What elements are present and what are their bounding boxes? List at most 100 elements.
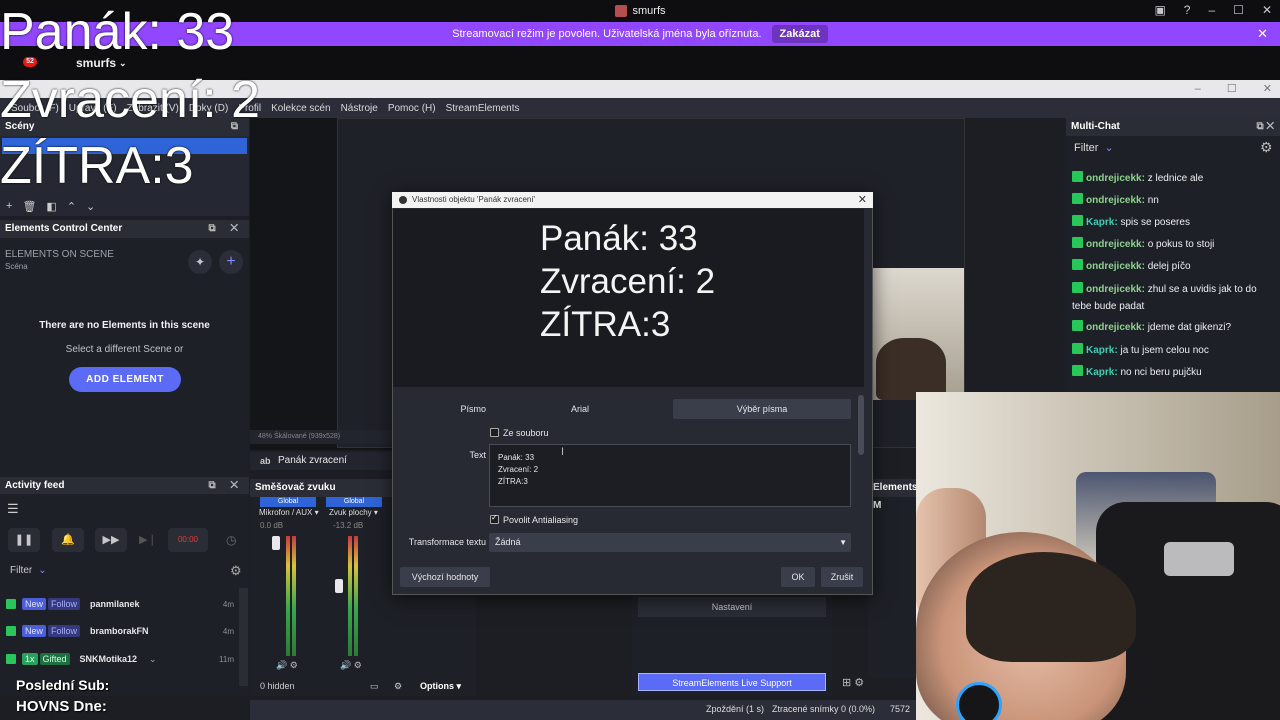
bell-icon[interactable]: 🔔 — [52, 528, 84, 552]
close-banner-icon[interactable]: ✕ — [1257, 26, 1268, 42]
activity-item[interactable]: 1x Gifted SNKMotika12 ⌄ 11m — [0, 648, 238, 670]
chat-user[interactable]: ondrejicekk: — [1086, 261, 1145, 272]
clock-icon[interactable]: ◷ — [226, 533, 236, 547]
ecc-panel — [0, 238, 249, 476]
chat-user[interactable]: Kaprk: — [1086, 367, 1118, 378]
activity-timer[interactable]: 00:00 — [168, 528, 208, 552]
add-icon[interactable]: + — [6, 200, 12, 212]
disable-streamer-mode-button[interactable]: Zakázat — [771, 25, 828, 43]
close-icon[interactable]: ✕ — [858, 192, 867, 208]
maximize-icon[interactable]: ☐ — [1233, 3, 1244, 17]
menu-icon[interactable]: ☰ — [7, 501, 19, 517]
select-font-button[interactable]: Výběr písma — [673, 399, 851, 419]
magic-wand-icon[interactable]: ✦ — [188, 250, 212, 274]
chat-user[interactable]: Kaprk: — [1086, 345, 1118, 356]
activity-dock-title: Activity feed ⧉ ✕ — [0, 477, 249, 495]
speaker-icon[interactable]: 🔊 ⚙ — [340, 660, 362, 671]
antialiasing-checkbox[interactable] — [490, 513, 499, 524]
chat-user[interactable]: ondrejicekk: — [1086, 173, 1145, 184]
trash-icon[interactable]: 🗑 — [22, 200, 36, 213]
activity-item[interactable]: New Follow bramborakFN 4m — [0, 620, 238, 642]
mixer-channel-mic[interactable]: Mikrofon / AUX ▾ — [259, 508, 319, 517]
menu-tools[interactable]: Nástroje — [336, 103, 383, 114]
dock-close-icon[interactable]: ⧉ ✕ — [208, 220, 244, 238]
gear-icon[interactable]: ⚙ — [230, 563, 242, 579]
arrow-down-icon[interactable]: ⌄ — [86, 200, 95, 213]
activity-user: SNKMotika12 — [79, 654, 138, 664]
skip-end-icon[interactable]: ▶❘ — [132, 528, 164, 552]
close-icon[interactable]: ✕ — [1262, 3, 1272, 17]
minimize-icon[interactable]: – — [1208, 3, 1215, 17]
chat-user[interactable]: ondrejicekk: — [1086, 322, 1145, 333]
chat-message: Kaprk: no nci beru pujčku — [1072, 364, 1272, 381]
dock-close-icon[interactable]: ⧉ ✕ — [208, 477, 244, 495]
text-transform-select[interactable]: Žádná ▼ — [489, 533, 851, 552]
volume-fader[interactable] — [335, 579, 343, 593]
layout-icon[interactable]: ▭ — [370, 676, 379, 696]
chat-user[interactable]: ondrejicekk: — [1086, 195, 1145, 206]
activity-title: Activity feed — [5, 480, 65, 491]
add-element-icon[interactable]: + — [219, 250, 243, 274]
arrow-up-icon[interactable]: ⌃ — [67, 200, 76, 213]
settings-button[interactable]: Nastavení — [638, 597, 826, 617]
add-element-button[interactable]: ADD ELEMENT — [69, 367, 181, 392]
add-icon[interactable]: ⊞ ⚙ — [842, 676, 864, 689]
cancel-button[interactable]: Zrušit — [821, 567, 863, 587]
chat-dock-title: Multi-Chat ⧉ ✕ — [1066, 118, 1280, 136]
speaker-icon[interactable]: 🔊 ⚙ — [276, 660, 298, 671]
chat-filter[interactable]: Filter ⌄ — [1074, 141, 1114, 154]
pause-icon[interactable]: ❚❚ — [8, 528, 40, 552]
mixer-options-button[interactable]: Options ▾ — [420, 676, 461, 696]
tag-count: 1x — [22, 653, 38, 665]
ecc-dock-title: Elements Control Center ⧉ ✕ — [0, 220, 249, 238]
activity-scrollbar[interactable] — [239, 588, 248, 686]
chat-user[interactable]: ondrejicekk: — [1086, 239, 1145, 250]
mixer-channel-desktop[interactable]: Zvuk plochy ▾ — [329, 508, 378, 517]
bitrate: 7572 — [890, 704, 911, 714]
maximize-icon[interactable]: ☐ — [1227, 80, 1237, 98]
options-label: Options — [420, 681, 454, 691]
obs-window-controls: – ☐ ✕ — [1195, 80, 1272, 98]
defaults-button[interactable]: Výchozí hodnoty — [400, 567, 490, 587]
chat-user[interactable]: Kaprk: — [1086, 217, 1118, 228]
kick-icon — [1072, 215, 1083, 226]
close-icon[interactable]: ✕ — [1263, 80, 1272, 98]
dock-close-icon[interactable]: ⧉ ✕ — [1256, 118, 1274, 136]
chat-user[interactable]: ondrejicekk: — [1086, 284, 1145, 295]
volume-meter — [286, 536, 290, 656]
gear-icon[interactable]: ⚙ — [1260, 139, 1273, 156]
overlay-line-3: ZÍTRA:3 — [0, 137, 194, 195]
volume-fader[interactable] — [272, 536, 280, 550]
mixer-db-value: 0.0 dB — [260, 521, 284, 530]
menu-scene-collection[interactable]: Kolekce scén — [266, 103, 335, 114]
overlay-last-sub: Poslední Sub: — [16, 677, 110, 693]
window-controls: ▣ ? – ☐ ✕ — [1154, 3, 1272, 17]
filter-icon[interactable]: ◧ — [46, 200, 56, 213]
scenes-toolbar: + 🗑 ◧ ⌃ ⌄ — [0, 196, 249, 216]
skip-forward-icon[interactable]: ▶▶ — [95, 528, 127, 552]
screenshot-icon[interactable]: ▣ — [1154, 3, 1165, 17]
ok-button[interactable]: OK — [781, 567, 815, 587]
chat-text: nn — [1147, 195, 1159, 206]
volume-meter — [348, 536, 352, 656]
kick-icon — [1072, 343, 1083, 354]
chat-message: ondrejicekk: delej píčo — [1072, 258, 1272, 275]
settings-icon[interactable]: ⚙ — [394, 676, 402, 696]
menu-streamelements[interactable]: StreamElements — [441, 103, 525, 114]
activity-filter[interactable]: Filter ⌄ — [10, 565, 47, 576]
activity-item[interactable]: New Follow panmilanek 4m — [0, 593, 238, 615]
se-live-support-button[interactable]: StreamElements Live Support — [638, 673, 826, 691]
chat-message: Kaprk: ja tu jsem celou noc — [1072, 342, 1272, 359]
activity-time: 4m — [222, 599, 234, 609]
volume-meter — [354, 536, 358, 656]
ecc-hint: Select a different Scene or — [65, 344, 184, 355]
text-input[interactable]: Panák: 33 Zvracení: 2 ZÍTRA:3 — [489, 444, 851, 507]
dialog-scrollbar[interactable] — [858, 395, 864, 455]
minimize-icon[interactable]: – — [1195, 80, 1201, 98]
chevron-down-icon[interactable]: ⌄ — [149, 654, 157, 665]
menu-help[interactable]: Pomoc (H) — [383, 103, 441, 114]
help-icon[interactable]: ? — [1184, 3, 1191, 17]
tag-follow: Follow — [48, 625, 81, 637]
dropped-frames: Ztracené snímky 0 (0.0%) — [772, 704, 876, 714]
from-file-checkbox[interactable] — [490, 428, 499, 437]
